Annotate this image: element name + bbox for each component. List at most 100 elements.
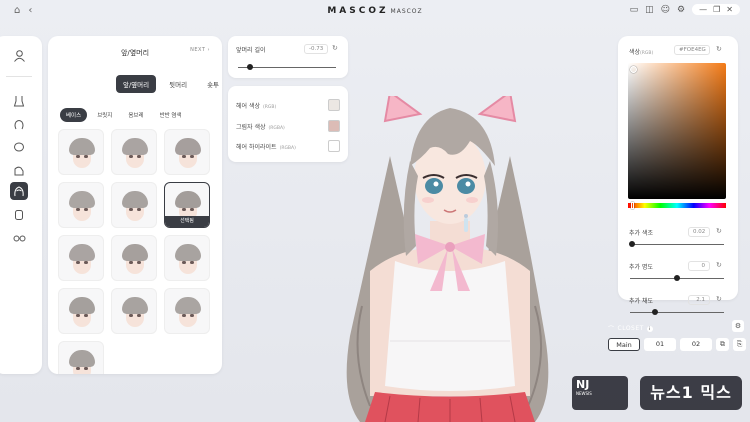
watermark-logo: NJ NEWSIS — [572, 376, 628, 410]
settings-gear-icon[interactable]: ⚙ — [732, 320, 744, 332]
body-icon[interactable] — [10, 92, 28, 110]
hair-preview — [69, 138, 95, 170]
color-style-tabs: 베이스 브릿지 옴브레 반반 염색 — [60, 108, 188, 122]
hair-style-option[interactable] — [164, 129, 210, 175]
face-icon[interactable]: ☺ — [661, 5, 670, 15]
subtab-base[interactable]: 베이스 — [60, 108, 88, 122]
category-sidebar — [0, 36, 42, 374]
titlebar-actions: ▭ ◫ ☺ ⚙ — ❐ ✕ — [630, 4, 740, 15]
hair-style-option[interactable] — [58, 182, 104, 228]
hair-style-option[interactable] — [58, 341, 104, 374]
hair-style-option[interactable] — [58, 235, 104, 281]
reset-icon[interactable]: ↻ — [332, 44, 338, 52]
hair-preview — [122, 138, 148, 170]
window-controls: — ❐ ✕ — [692, 4, 740, 15]
hair-part-tabs: 앞/옆머리 뒷머리 숏투 — [116, 75, 222, 93]
closet-tab-01[interactable]: 01 — [644, 338, 676, 351]
face-shape-icon[interactable] — [10, 138, 28, 156]
hair-preview — [69, 244, 95, 276]
hair-preview — [175, 297, 201, 329]
hue-slider-handle[interactable] — [631, 202, 634, 209]
hair-preview — [175, 244, 201, 276]
hair-preview — [69, 350, 95, 374]
title-bar: ⌂ ‹ MASCOZ MASCOZ ▭ ◫ ☺ ⚙ — ❐ ✕ — [0, 0, 750, 22]
subtab-bridge[interactable]: 브릿지 — [91, 108, 118, 122]
adjustment-label: 추가 명도 — [629, 264, 653, 271]
adjustment-value[interactable]: 2.1 — [688, 295, 710, 305]
hair-style-option[interactable] — [58, 288, 104, 334]
adjustment-value[interactable]: 0.02 — [688, 227, 710, 237]
closet-tab-main[interactable]: Main — [608, 338, 640, 351]
highlight-color-row: 헤어 하이라이트 (RGBA) — [236, 144, 296, 151]
closet-tabs: Main 01 02 ⧉ ⎘ — [608, 338, 746, 351]
hue-slider[interactable] — [628, 203, 726, 208]
close-icon[interactable]: ✕ — [726, 5, 733, 14]
restore-icon[interactable]: ❐ — [713, 5, 720, 14]
hair-icon[interactable] — [10, 182, 28, 200]
info-icon[interactable]: i — [646, 325, 653, 332]
hair-style-option[interactable] — [111, 235, 157, 281]
paste-icon[interactable]: ⎘ — [733, 338, 746, 351]
bangs-length-label: 앞머리 길이 — [236, 47, 266, 54]
selected-badge: 선택됨 — [165, 216, 209, 227]
hair-preview — [69, 297, 95, 329]
color-picker-handle[interactable] — [630, 66, 637, 73]
hair-style-option[interactable] — [164, 235, 210, 281]
sidebar-divider — [6, 76, 32, 77]
reset-icon[interactable]: ↻ — [716, 261, 722, 269]
closet-tab-02[interactable]: 02 — [680, 338, 712, 351]
tab-back-hair[interactable]: 뒷머리 — [162, 75, 194, 93]
hair-preview — [175, 138, 201, 170]
next-button[interactable]: NEXT › — [190, 47, 210, 53]
hair-color-row: 헤어 색상 (RGB) — [236, 103, 277, 110]
bangs-length-value[interactable]: -0.73 — [304, 44, 328, 54]
tab-front-side-hair[interactable]: 앞/옆머리 — [116, 75, 157, 93]
reset-icon[interactable]: ↻ — [716, 227, 722, 235]
gamepad-icon[interactable]: ▭ — [630, 5, 639, 15]
gear-icon[interactable]: ⚙ — [677, 5, 685, 15]
saturation-value-area[interactable] — [628, 63, 726, 199]
adjustment-track — [630, 312, 724, 313]
hair-style-option[interactable]: 선택됨 — [164, 182, 210, 228]
closet-header: ⌒ CLOSET i — [608, 324, 653, 333]
shadow-color-row: 그림자 색상 (RGBA) — [236, 124, 285, 131]
minimize-icon[interactable]: — — [699, 5, 707, 14]
adjustment-track — [630, 244, 724, 245]
hair-preview — [122, 191, 148, 223]
color-picker-panel: 색상(RGB) #FOE4EG ↻ 추가 색조 0.02 ↻ 추가 명도 0 ↻ 추가 채도… — [618, 36, 738, 315]
reset-icon[interactable]: ↻ — [716, 45, 722, 53]
copy-icon[interactable]: ⧉ — [716, 338, 729, 351]
clothing-icon[interactable] — [10, 206, 28, 224]
adjustment-label: 추가 색조 — [629, 230, 653, 237]
watermark-banner: 뉴스1 믹스 — [640, 376, 742, 410]
subtab-ombre[interactable]: 옴브레 — [122, 108, 149, 122]
hair-style-option[interactable] — [111, 288, 157, 334]
adjustment-knob[interactable] — [628, 241, 635, 247]
hair-preview — [122, 297, 148, 329]
hair-style-option[interactable] — [164, 288, 210, 334]
controller-icon[interactable]: ◫ — [645, 5, 654, 15]
hair-preview — [122, 244, 148, 276]
color-label: 색상(RGB) — [629, 49, 654, 56]
accessory-icon[interactable] — [10, 229, 28, 247]
subtab-half-dye[interactable]: 반반 염색 — [154, 108, 188, 122]
hair-style-panel: 앞/옆머리 NEXT › 앞/옆머리 뒷머리 숏투 베이스 브릿지 옴브레 반반… — [48, 36, 222, 374]
bangs-length-knob[interactable] — [246, 64, 253, 70]
hair-style-option[interactable] — [58, 129, 104, 175]
adjustment-knob[interactable] — [674, 275, 680, 281]
hair-preview — [69, 191, 95, 223]
nose-icon[interactable] — [10, 162, 28, 180]
tab-short-hair[interactable]: 숏투 — [200, 75, 222, 93]
adjustment-knob[interactable] — [652, 309, 659, 315]
bangs-length-panel: 앞머리 길이 -0.73 ↻ — [228, 36, 348, 78]
hair-style-option[interactable] — [111, 129, 157, 175]
profile-icon[interactable] — [10, 46, 28, 64]
adjustment-label: 추가 채도 — [629, 298, 653, 305]
avatar-character[interactable] — [330, 96, 570, 422]
reset-icon[interactable]: ↻ — [716, 295, 722, 303]
head-icon[interactable] — [10, 116, 28, 134]
adjustment-value[interactable]: 0 — [688, 261, 710, 271]
hanger-icon: ⌒ — [608, 326, 615, 333]
hex-input[interactable]: #FOE4EG — [674, 45, 710, 55]
hair-style-option[interactable] — [111, 182, 157, 228]
